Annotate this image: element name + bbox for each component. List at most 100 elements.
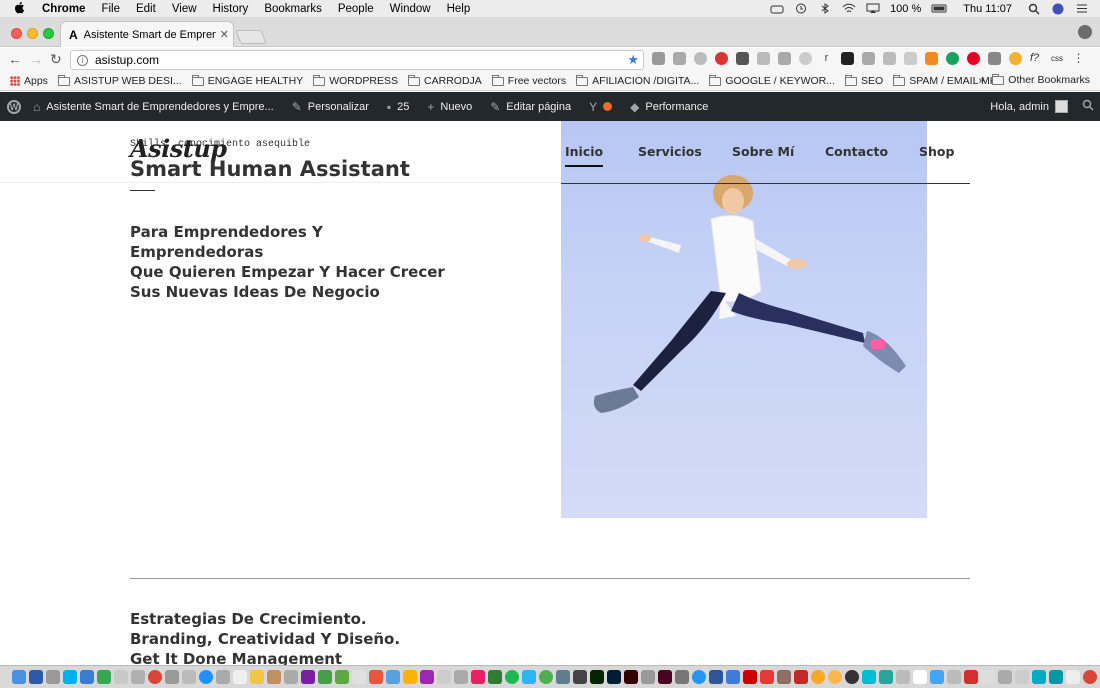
- window-minimize-button[interactable]: [27, 28, 38, 39]
- app-icon[interactable]: [641, 670, 655, 684]
- app-icon[interactable]: [811, 670, 825, 684]
- notification-center-icon[interactable]: [1076, 3, 1090, 14]
- extension-icon[interactable]: [778, 52, 791, 65]
- window-maximize-button[interactable]: [43, 28, 54, 39]
- app-icon[interactable]: [488, 670, 502, 684]
- acrobat-icon[interactable]: [964, 670, 978, 684]
- extension-icon[interactable]: [925, 52, 938, 65]
- siri-icon[interactable]: [1052, 3, 1066, 15]
- menu-people[interactable]: People: [338, 3, 374, 15]
- app-icon[interactable]: [165, 670, 179, 684]
- app-icon[interactable]: [930, 670, 944, 684]
- app-icon[interactable]: [454, 670, 468, 684]
- spotify-icon[interactable]: [505, 670, 519, 684]
- dreamweaver-icon[interactable]: [590, 670, 604, 684]
- extension-icon[interactable]: [862, 52, 875, 65]
- window-close-button[interactable]: [11, 28, 22, 39]
- app-icon[interactable]: [437, 670, 451, 684]
- menu-edit[interactable]: Edit: [136, 3, 156, 15]
- bookmarks-overflow-chevron[interactable]: »: [978, 74, 984, 86]
- app-icon[interactable]: [1032, 670, 1046, 684]
- extension-icon[interactable]: [694, 52, 707, 65]
- menu-file[interactable]: File: [101, 3, 120, 15]
- extension-icon[interactable]: [904, 52, 917, 65]
- nav-sobre-mi[interactable]: Sobre Mí: [732, 144, 794, 159]
- spotlight-icon[interactable]: [1028, 3, 1042, 15]
- wp-account-greeting[interactable]: Hola, admin: [990, 101, 1049, 113]
- wp-site-name[interactable]: ⌂ Asistente Smart de Emprendedores y Emp…: [33, 100, 274, 114]
- launchpad-icon[interactable]: [46, 670, 60, 684]
- illustrator-icon[interactable]: [624, 670, 638, 684]
- nav-inicio[interactable]: Inicio: [565, 144, 604, 167]
- app-icon[interactable]: [947, 670, 961, 684]
- app-icon[interactable]: [862, 670, 876, 684]
- app-icon[interactable]: [743, 670, 757, 684]
- camera-extension-icon[interactable]: [988, 52, 1001, 65]
- app-icon[interactable]: [913, 670, 927, 684]
- adblock-icon[interactable]: [715, 52, 728, 65]
- chrome-icon[interactable]: [1083, 670, 1097, 684]
- extension-icon[interactable]: [883, 52, 896, 65]
- app-icon[interactable]: [556, 670, 570, 684]
- app-icon[interactable]: [114, 670, 128, 684]
- itunes-icon[interactable]: [471, 670, 485, 684]
- facetime-icon[interactable]: [335, 670, 349, 684]
- bookmark-folder[interactable]: GOOGLE / KEYWOR...: [709, 74, 835, 87]
- bookmark-folder[interactable]: SEO: [845, 74, 883, 87]
- photos-icon[interactable]: [352, 670, 366, 684]
- menubar-clock[interactable]: Thu 11:07: [963, 3, 1012, 15]
- messages-icon[interactable]: [318, 670, 332, 684]
- menu-bookmarks[interactable]: Bookmarks: [264, 3, 322, 15]
- app-icon[interactable]: [420, 670, 434, 684]
- app-icon[interactable]: [845, 670, 859, 684]
- app-icon[interactable]: [182, 670, 196, 684]
- app-icon[interactable]: [675, 670, 689, 684]
- nav-contacto[interactable]: Contacto: [825, 144, 888, 159]
- finder-icon[interactable]: [12, 670, 26, 684]
- bluetooth-icon[interactable]: [818, 3, 832, 14]
- app-icon[interactable]: [539, 670, 553, 684]
- extension-icon[interactable]: r: [820, 52, 833, 65]
- app-icon[interactable]: [998, 670, 1012, 684]
- bookmark-apps[interactable]: Apps: [10, 75, 48, 87]
- address-bar[interactable]: i asistup.com ★: [70, 50, 644, 70]
- wordpress-logo-icon[interactable]: W: [7, 99, 21, 114]
- bookmark-star-icon[interactable]: ★: [627, 52, 639, 68]
- bookmark-folder[interactable]: ASISTUP WEB DESI...: [57, 74, 182, 87]
- airplay-icon[interactable]: [866, 3, 880, 14]
- tab-close-icon[interactable]: ✕: [220, 28, 229, 41]
- more-menu-icon[interactable]: ⋮: [1072, 52, 1085, 65]
- site-info-icon[interactable]: i: [77, 54, 88, 66]
- app-icon[interactable]: [573, 670, 587, 684]
- pinterest-icon[interactable]: [967, 52, 980, 65]
- maps-icon[interactable]: [386, 670, 400, 684]
- app-icon[interactable]: [777, 670, 791, 684]
- menu-view[interactable]: View: [172, 3, 197, 15]
- apple-icon[interactable]: [14, 1, 28, 17]
- app-icon[interactable]: [1049, 670, 1063, 684]
- bookmark-other[interactable]: Other Bookmarks: [992, 73, 1090, 86]
- safari-icon[interactable]: [199, 670, 213, 684]
- extension-icon[interactable]: [1009, 52, 1022, 65]
- app-store-icon[interactable]: [80, 670, 94, 684]
- extension-icon[interactable]: [652, 52, 665, 65]
- wifi-icon[interactable]: [842, 3, 856, 14]
- drive-extension-icon[interactable]: [757, 52, 770, 65]
- siri-dock-icon[interactable]: [29, 670, 43, 684]
- bookmark-folder[interactable]: ENGAGE HEALTHY: [191, 74, 303, 87]
- menu-window[interactable]: Window: [390, 3, 431, 15]
- app-icon[interactable]: [692, 670, 706, 684]
- new-tab-button[interactable]: [235, 30, 267, 44]
- grammarly-icon[interactable]: [946, 52, 959, 65]
- app-icon[interactable]: [284, 670, 298, 684]
- app-icon[interactable]: [981, 670, 995, 684]
- camera-extension-icon[interactable]: [673, 52, 686, 65]
- reload-icon[interactable]: ↻: [50, 51, 62, 68]
- app-icon[interactable]: [1015, 670, 1029, 684]
- extension-icon[interactable]: [799, 52, 812, 65]
- back-icon[interactable]: ←: [8, 51, 22, 67]
- app-icon[interactable]: [896, 670, 910, 684]
- word-icon[interactable]: [709, 670, 723, 684]
- extension-icon[interactable]: [841, 52, 854, 65]
- avatar[interactable]: [1055, 100, 1068, 113]
